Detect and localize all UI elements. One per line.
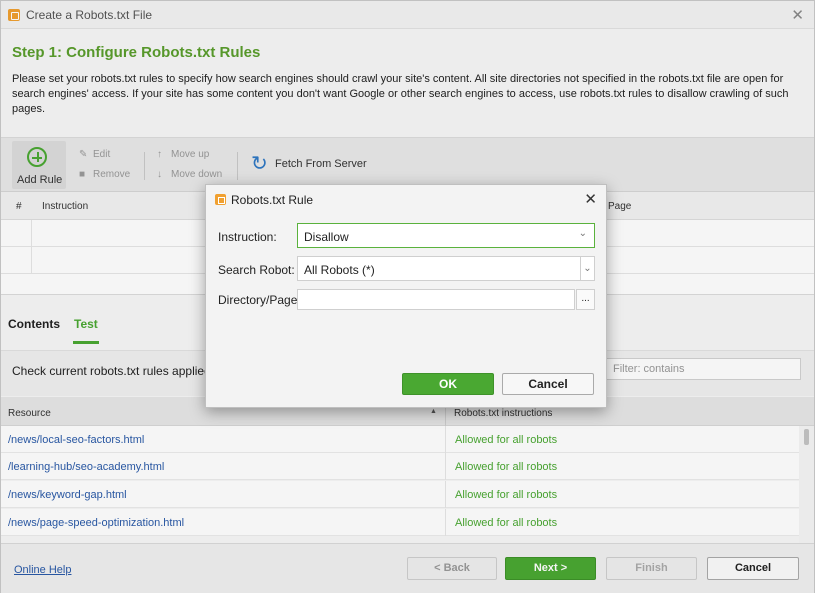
directory-page-input[interactable] [297,289,575,310]
robots-rule-dialog: Robots.txt Rule ✕ Instruction: Disallow … [205,184,607,408]
dialog-cancel-button[interactable]: Cancel [502,373,594,395]
directory-page-label: Directory/Page: [218,293,301,307]
search-robot-label: Search Robot: [218,263,295,277]
ok-button[interactable]: OK [402,373,494,395]
chevron-down-icon: ⌄ [578,228,587,239]
instruction-select[interactable]: Disallow ⌄ [297,223,595,248]
dialog-title-bar: Robots.txt Rule ✕ [206,185,606,213]
search-robot-select[interactable]: All Robots (*) ⌄ [297,256,595,281]
dialog-title: Robots.txt Rule [231,193,314,207]
app-logo-icon [215,194,226,205]
instruction-label: Instruction: [218,230,277,244]
chevron-down-icon[interactable]: ⌄ [580,257,594,280]
browse-button[interactable]: ... [576,289,595,310]
close-icon[interactable]: ✕ [584,190,597,208]
